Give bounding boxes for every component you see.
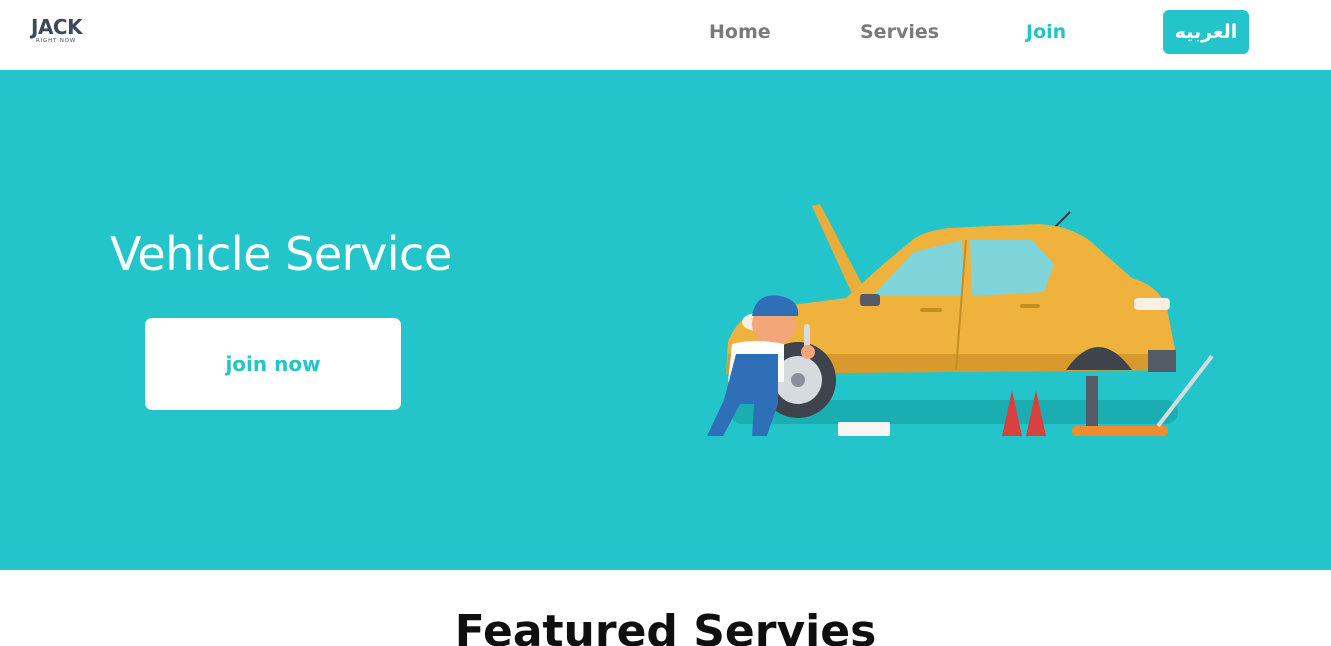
featured-services-title: Featured Servies	[454, 606, 877, 646]
hero-section: Vehicle Service join now	[0, 70, 1331, 570]
mechanic-cap	[752, 295, 799, 316]
door-handle-rear	[1020, 304, 1040, 308]
nav-link-join[interactable]: Join	[1026, 20, 1066, 44]
brand-name: JACK	[31, 15, 83, 39]
nav-link-home[interactable]: Home	[709, 20, 771, 44]
floor-jack	[1072, 426, 1168, 436]
navbar: JACK RIGHT NOW Home Servies Join العربيه	[0, 0, 1331, 70]
brand-tagline: RIGHT NOW	[36, 38, 77, 44]
car-battery	[838, 422, 890, 436]
mechanic-car-illustration	[706, 204, 1214, 436]
hero-title: Vehicle Service	[110, 227, 452, 281]
brand-logo[interactable]: JACK RIGHT NOW	[31, 16, 95, 50]
tail-light	[1134, 298, 1170, 310]
join-now-button[interactable]: join now	[145, 318, 401, 410]
side-mirror	[860, 294, 880, 306]
door-handle	[920, 308, 942, 312]
language-toggle-button[interactable]: العربيه	[1163, 10, 1249, 54]
car-bumper	[1148, 350, 1176, 372]
jack-spring	[1086, 376, 1098, 426]
nav-link-services[interactable]: Servies	[860, 20, 939, 44]
mechanic-hand	[801, 345, 815, 359]
front-wheel-hub	[791, 373, 805, 387]
car-hood	[812, 204, 864, 294]
